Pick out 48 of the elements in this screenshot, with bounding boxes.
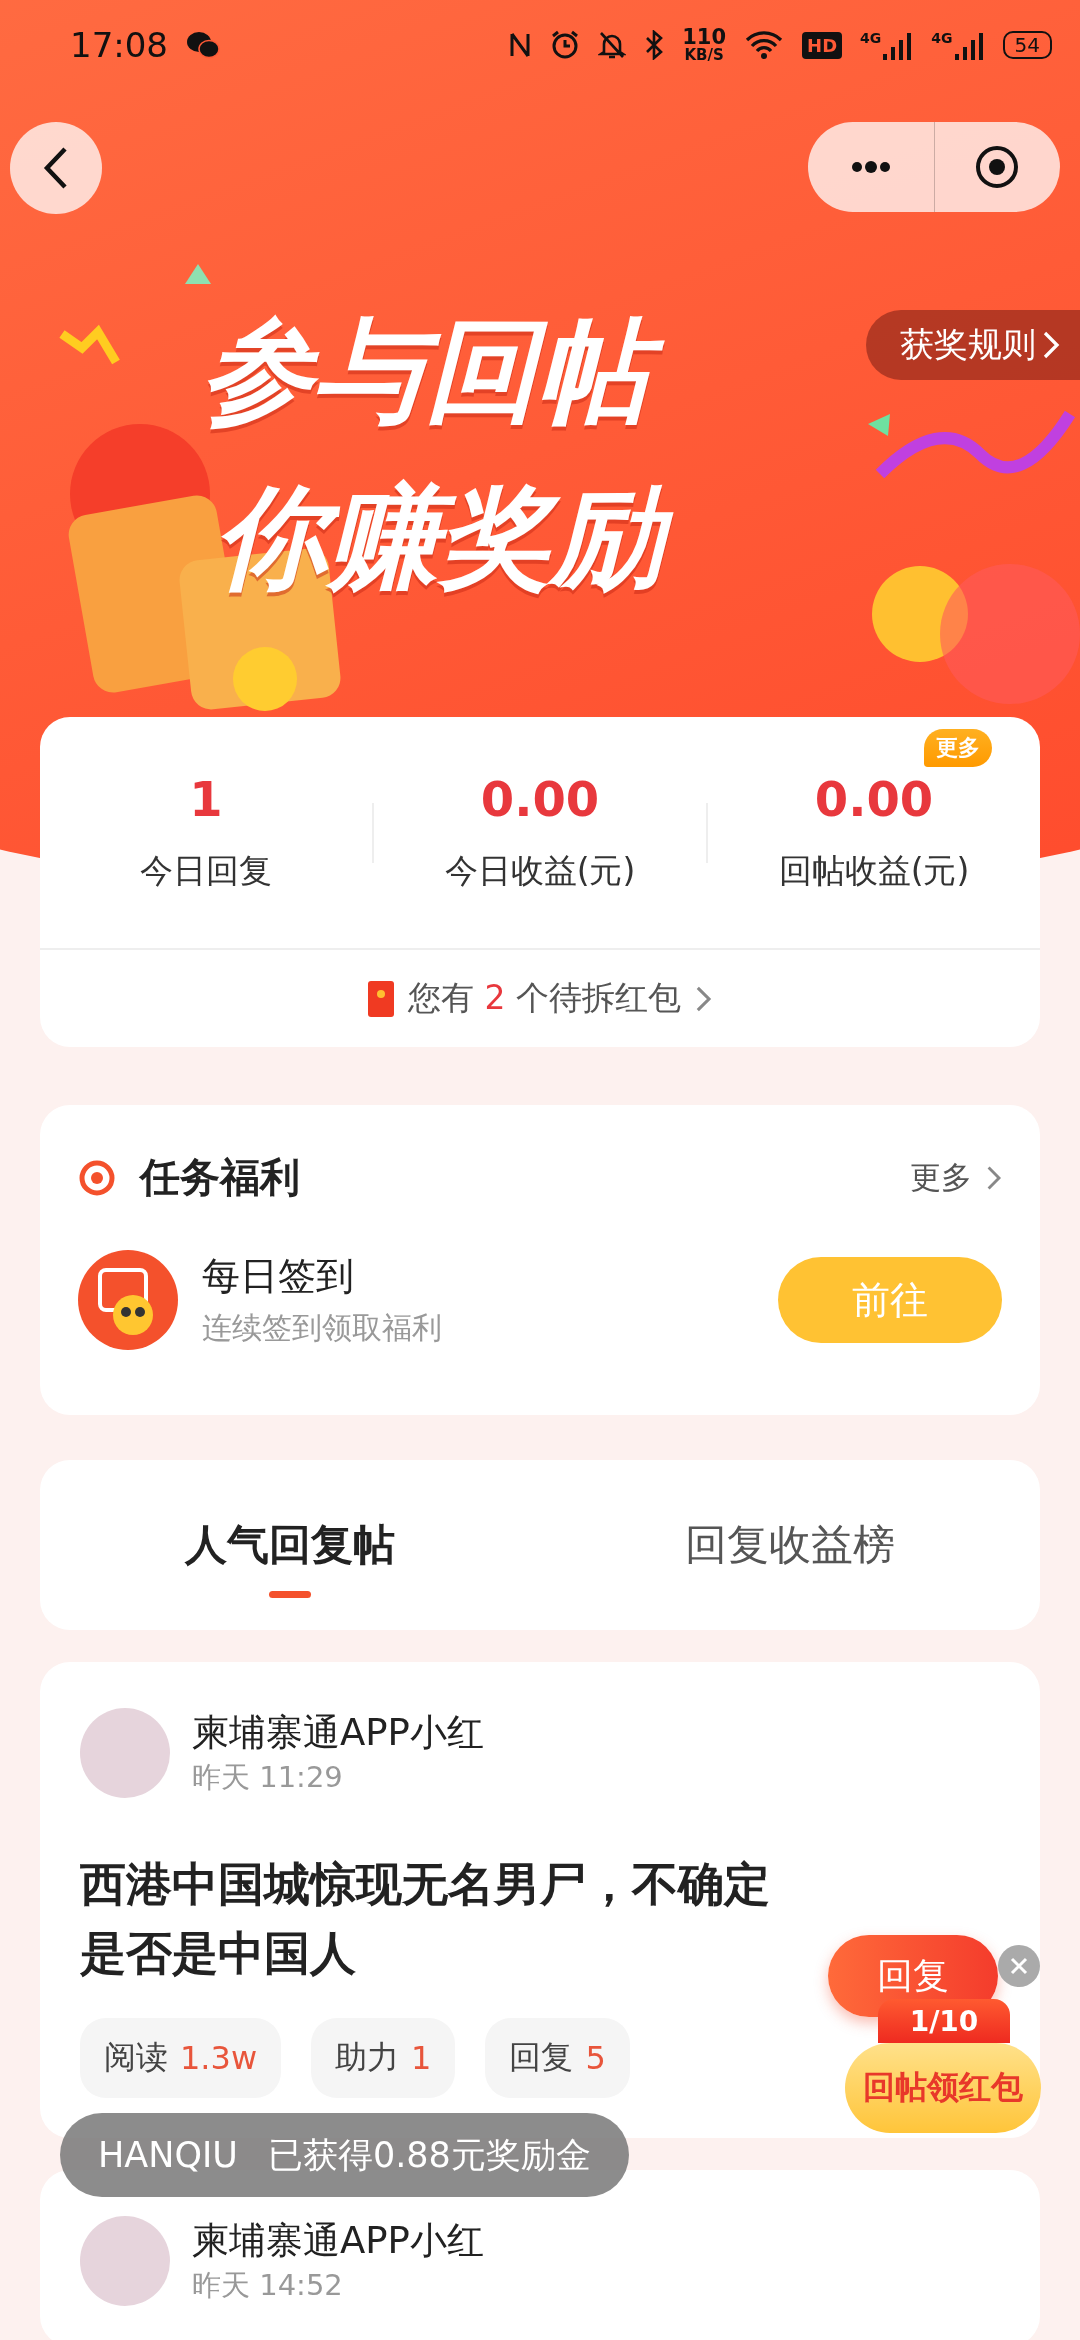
more-link[interactable]: 更多 bbox=[910, 1156, 1002, 1199]
post-title: 西港中国城惊现无名男尸，不确定是否是中国人 bbox=[80, 1856, 771, 1982]
post-stat: 阅读 1.3w bbox=[80, 2018, 282, 2098]
stat-value: 0.00 bbox=[480, 771, 600, 827]
chevron-right-icon bbox=[1042, 330, 1060, 360]
hd-indicator: HD bbox=[802, 31, 843, 59]
target-icon bbox=[974, 144, 1021, 190]
muted-bell-icon bbox=[598, 30, 627, 60]
task-description: 连续签到领取福利 bbox=[202, 1309, 443, 1347]
stat-value: 0.00 bbox=[814, 771, 934, 827]
tab[interactable]: 回复收益榜 bbox=[540, 1460, 1040, 1630]
tab[interactable]: 人气回复帖 bbox=[40, 1460, 540, 1630]
task-name: 每日签到 bbox=[202, 1253, 355, 1300]
back-icon bbox=[43, 146, 69, 190]
envelope-icon bbox=[368, 980, 395, 1017]
status-time: 17:08 bbox=[70, 25, 168, 65]
signal-icon bbox=[954, 30, 985, 60]
chevron-right-icon bbox=[986, 1164, 1002, 1191]
chat-app-icon bbox=[186, 30, 220, 60]
reply-count: 1/10 bbox=[878, 1999, 1010, 2043]
alarm-icon bbox=[550, 30, 581, 60]
post-stat: 助力 1 bbox=[311, 2018, 456, 2098]
bluetooth-icon bbox=[644, 30, 665, 60]
more-icon bbox=[850, 161, 891, 173]
post-stat: 回复 5 bbox=[485, 2018, 630, 2098]
stat-label: 今日回复 bbox=[140, 850, 272, 892]
author-name: 柬埔寨通APP小红 bbox=[192, 2218, 484, 2264]
stat-label: 回帖收益(元) bbox=[778, 850, 970, 892]
ring-icon bbox=[78, 1158, 116, 1197]
close-icon bbox=[1010, 1957, 1028, 1975]
post-time: 昨天 14:52 bbox=[192, 2267, 344, 2304]
author-name: 柬埔寨通APP小红 bbox=[192, 1710, 484, 1756]
calendar-emoji-icon bbox=[78, 1250, 178, 1350]
section-title: 任务福利 bbox=[140, 1153, 301, 1202]
prize-rules-button[interactable]: 获奖规则 bbox=[866, 310, 1080, 380]
post-time: 昨天 11:29 bbox=[192, 1759, 344, 1796]
network-speed: 110 KB/S bbox=[682, 27, 727, 63]
stat-value: 1 bbox=[189, 771, 223, 827]
wifi-icon bbox=[744, 30, 785, 60]
network-type: 4G bbox=[931, 30, 953, 46]
banner-headline: 你赚奖励 bbox=[209, 470, 693, 605]
network-type: 4G bbox=[860, 30, 882, 46]
battery-level: 54 bbox=[1002, 31, 1052, 59]
stat-label: 今日收益(元) bbox=[444, 850, 636, 892]
signal-icon bbox=[883, 30, 914, 60]
chevron-right-icon bbox=[695, 984, 712, 1013]
envelope-notice[interactable]: 您有 2 个待拆红包 bbox=[408, 976, 682, 1021]
banner-headline: 参与回帖 bbox=[195, 304, 679, 439]
